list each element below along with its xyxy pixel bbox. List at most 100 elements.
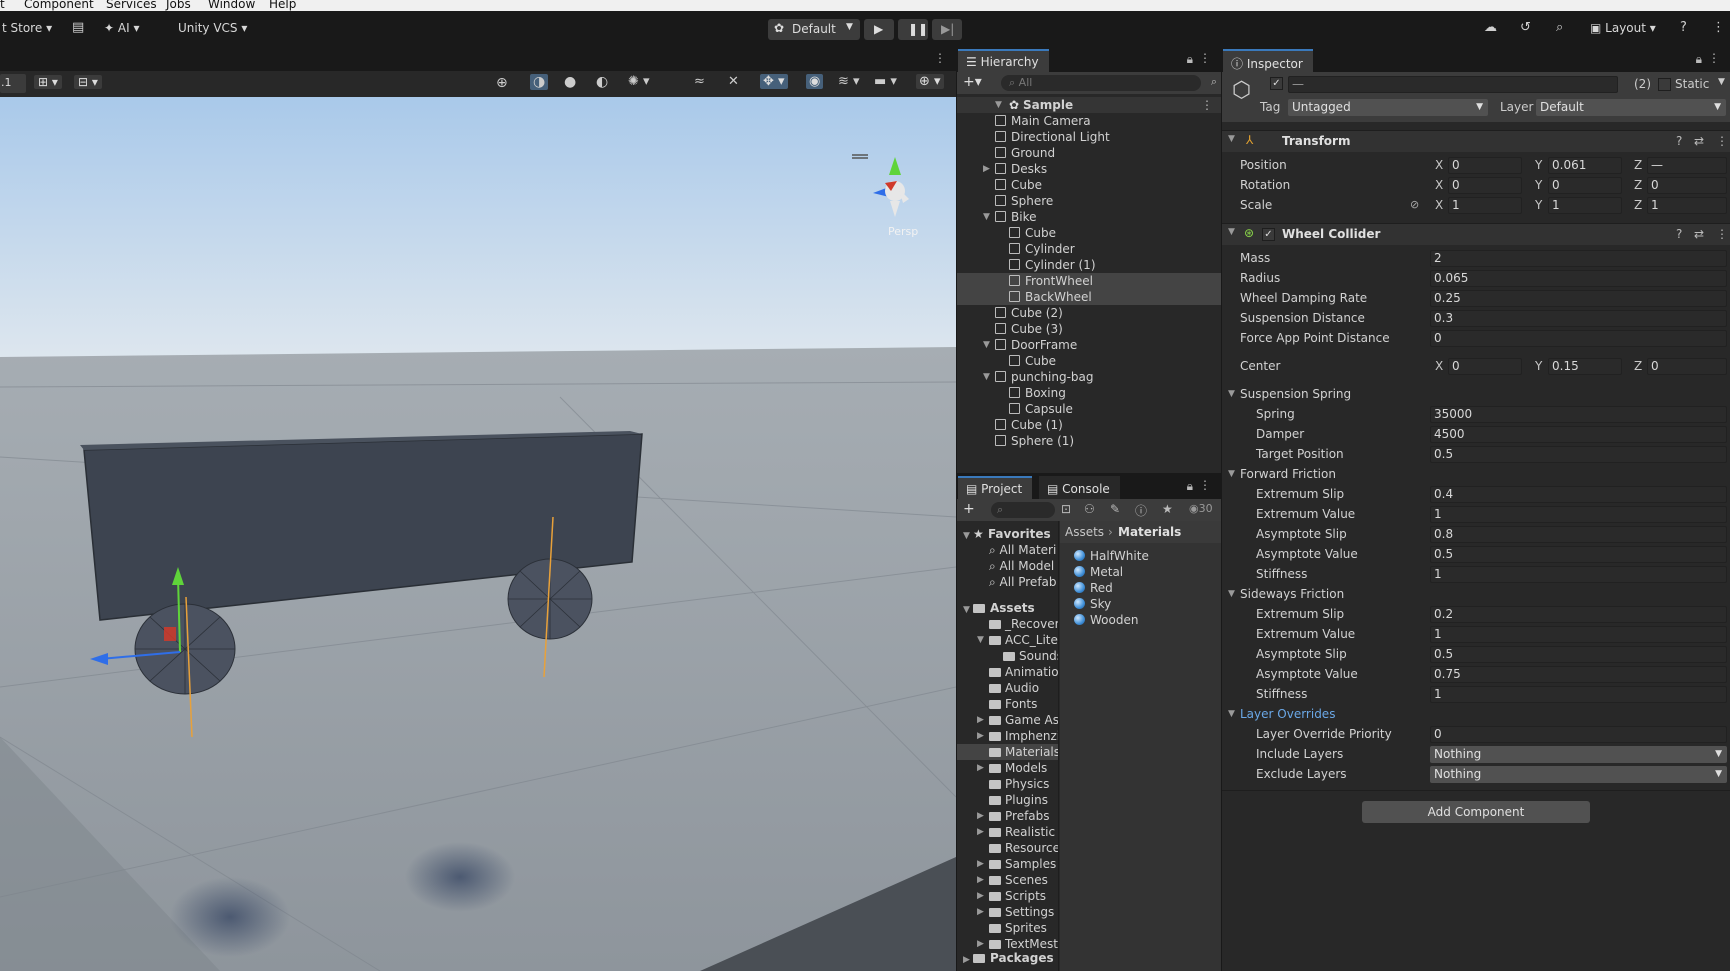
zoom-field[interactable]: .1	[0, 74, 26, 93]
chevron-right-icon[interactable]: ▶	[977, 760, 984, 776]
folder-item[interactable]: ▶ Scenes	[957, 872, 1058, 888]
more-icon[interactable]: ⋮	[1201, 97, 1213, 113]
add-icon[interactable]: +▾	[963, 74, 982, 90]
scene-root-row[interactable]: ▼ ✿ Sample ⋮	[957, 97, 1221, 113]
z-field[interactable]: 0	[1647, 358, 1727, 375]
value-field[interactable]: 1	[1430, 506, 1727, 523]
value-field[interactable]: 1	[1430, 686, 1727, 703]
more-icon[interactable]: ⋮	[1716, 227, 1728, 241]
include-layers-dropdown[interactable]: Nothing ▼	[1430, 746, 1727, 763]
value-field[interactable]: 0.75	[1430, 666, 1727, 683]
vcs-dropdown[interactable]: Unity VCS ▾	[178, 21, 247, 35]
value-field[interactable]: 0.4	[1430, 486, 1727, 503]
breadcrumb-assets[interactable]: Assets	[1065, 525, 1104, 539]
presets-icon[interactable]: ⇄	[1694, 227, 1704, 241]
folder-item[interactable]: Sounds	[957, 648, 1058, 664]
menu-item-help[interactable]: Help	[269, 0, 296, 11]
material-item[interactable]: Wooden	[1074, 612, 1138, 628]
folder-item[interactable]: ▼ ACC_Lite	[957, 632, 1058, 648]
folder-item[interactable]: Physics	[957, 776, 1058, 792]
foldout-arrow-icon[interactable]: ▼	[1228, 389, 1235, 399]
chevron-right-icon[interactable]: ▶	[977, 888, 984, 904]
chevron-down-icon[interactable]: ▼	[983, 337, 990, 353]
audio-icon[interactable]: ✕	[728, 74, 739, 89]
hierarchy-item[interactable]: Cube	[957, 225, 1221, 241]
x-field[interactable]: 0	[1448, 358, 1522, 375]
name-input[interactable]: —	[1288, 76, 1618, 93]
packages-header[interactable]: ▶ Packages	[963, 950, 1054, 966]
axis-x-label[interactable]: X	[1435, 198, 1443, 212]
filter-icon[interactable]: ⚇	[1084, 502, 1095, 516]
value-field[interactable]: 0.2	[1430, 606, 1727, 623]
wheel-collider-header[interactable]: ▼ ⊛ ✓ Wheel Collider ? ⇄ ⋮	[1222, 223, 1730, 245]
camera-icon[interactable]: ▬ ▾	[874, 74, 897, 89]
axis-z-label[interactable]: Z	[1634, 198, 1642, 212]
folder-item[interactable]: ▶ Settings	[957, 904, 1058, 920]
tab-console[interactable]: ▤ Console	[1039, 476, 1120, 499]
foldout-arrow-icon[interactable]: ▼	[1228, 227, 1235, 237]
lock-icon[interactable]: 🔒︎	[1696, 52, 1702, 67]
favorite-item[interactable]: ⌕ All Model	[989, 558, 1054, 574]
help-icon[interactable]: ?	[1676, 227, 1682, 241]
search-icon[interactable]: ⌕	[1556, 20, 1563, 35]
hierarchy-item[interactable]: Directional Light	[957, 129, 1221, 145]
axis-x-label[interactable]: X	[1435, 359, 1443, 373]
forward-friction-foldout[interactable]: Forward Friction	[1240, 467, 1336, 481]
add-component-button[interactable]: Add Component	[1362, 801, 1590, 823]
visibility-icon[interactable]: ◉	[806, 74, 824, 89]
presets-icon[interactable]: ⇄	[1694, 134, 1704, 148]
layer-override-priority-field[interactable]: 0	[1430, 726, 1727, 743]
hierarchy-item[interactable]: Sphere (1)	[957, 433, 1221, 449]
hierarchy-item[interactable]: Cylinder (1)	[957, 257, 1221, 273]
folder-item[interactable]: Resource	[957, 840, 1058, 856]
folder-item[interactable]: ▶ Scripts	[957, 888, 1058, 904]
axis-y-label[interactable]: Y	[1535, 158, 1542, 172]
favorite-item[interactable]: ⌕ All Materi	[989, 542, 1056, 558]
static-checkbox[interactable]	[1658, 78, 1671, 91]
sideways-friction-foldout[interactable]: Sideways Friction	[1240, 587, 1344, 601]
folder-item[interactable]: Animatio	[957, 664, 1058, 680]
chevron-down-icon[interactable]: ▼	[1718, 77, 1725, 87]
chevron-right-icon[interactable]: ▶	[977, 872, 984, 888]
hierarchy-item[interactable]: Cube	[957, 353, 1221, 369]
chevron-right-icon[interactable]: ▶	[977, 824, 984, 840]
material-item[interactable]: Red	[1074, 580, 1113, 596]
transform-header[interactable]: ▼ ⅄ Transform ? ⇄ ⋮	[1222, 130, 1730, 152]
hierarchy-item[interactable]: Main Camera	[957, 113, 1221, 129]
value-field[interactable]: 0.8	[1430, 526, 1727, 543]
chevron-right-icon[interactable]: ▶	[977, 728, 984, 744]
value-field[interactable]: 0.5	[1430, 546, 1727, 563]
star-icon[interactable]: ★	[1162, 502, 1173, 516]
shaded-icon[interactable]: ◑	[530, 74, 549, 90]
history-icon[interactable]: ↺	[1520, 20, 1531, 35]
tab-inspector[interactable]: ⓘ Inspector	[1223, 49, 1313, 72]
search-by-type-icon[interactable]: ⊡	[1061, 502, 1071, 516]
hierarchy-item[interactable]: FrontWheel	[957, 273, 1221, 289]
exclude-layers-dropdown[interactable]: Nothing ▼	[1430, 766, 1727, 783]
hierarchy-item[interactable]: BackWheel	[957, 289, 1221, 305]
axis-z-label[interactable]: Z	[1634, 178, 1642, 192]
chevron-down-icon[interactable]: ▼	[983, 209, 990, 225]
sphere-icon[interactable]: ●	[564, 74, 576, 90]
value-field[interactable]: 0.5	[1430, 646, 1727, 663]
play-mode-profile-dropdown[interactable]: ✿ Default ▼	[768, 19, 860, 40]
lock-icon[interactable]: 🔒︎	[1187, 52, 1193, 67]
axis-z-label[interactable]: Z	[1634, 158, 1642, 172]
folder-item[interactable]: ▶ Realistic (	[957, 824, 1058, 840]
folder-item[interactable]: _Recover	[957, 616, 1058, 632]
more-icon[interactable]: ⋮	[1199, 478, 1211, 492]
gizmos-icon[interactable]: ⊕ ▾	[916, 74, 944, 89]
chevron-right-icon[interactable]: ▶	[977, 712, 984, 728]
foldout-arrow-icon[interactable]: ▼	[1228, 589, 1235, 599]
more-icon[interactable]: ⋮	[934, 51, 946, 65]
folder-item[interactable]: ▶ Game As	[957, 712, 1058, 728]
hidden-count[interactable]: ◉30	[1189, 502, 1213, 515]
chevron-right-icon[interactable]: ▶	[977, 856, 984, 872]
hierarchy-item[interactable]: Cube (3)	[957, 321, 1221, 337]
asset-store-dropdown[interactable]: t Store ▾	[2, 21, 52, 35]
value-field[interactable]: 2	[1430, 250, 1727, 267]
draw-mode-icon[interactable]: ⊕	[496, 75, 508, 91]
grid-visibility-icon[interactable]: ⊟ ▾	[74, 75, 102, 89]
help-icon[interactable]: ?	[1676, 134, 1682, 148]
add-icon[interactable]: +	[963, 501, 975, 517]
